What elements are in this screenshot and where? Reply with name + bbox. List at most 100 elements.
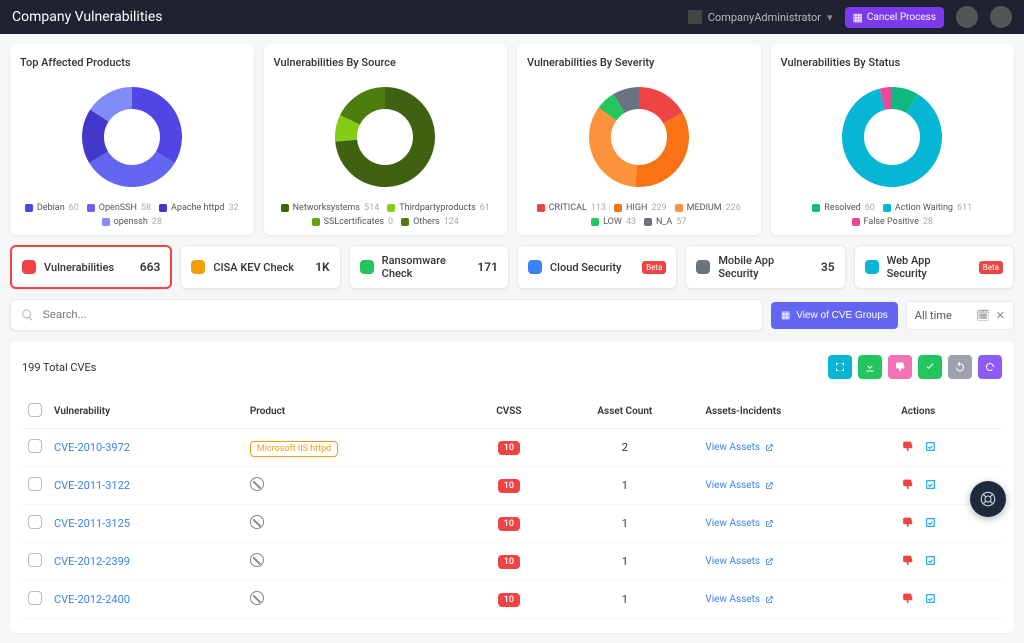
company-selector[interactable]: CompanyAdministrator ▾ (688, 10, 833, 24)
view-assets-link[interactable]: View Assets (705, 594, 889, 605)
category-tabs: Vulnerabilities 663 CISA KEV Check 1K Rans… (0, 245, 1024, 299)
action-dislike[interactable] (888, 355, 912, 379)
tab-value: 1K (315, 260, 329, 274)
view-assets-link[interactable]: View Assets (705, 442, 889, 453)
chart-title: Vulnerabilities By Severity (527, 56, 751, 69)
col-cvss[interactable]: CVSS (467, 395, 550, 429)
grid-icon: ▦ (781, 310, 790, 321)
legend-item[interactable]: CRITICAL113 (537, 203, 606, 213)
action-shuffle[interactable] (828, 355, 852, 379)
category-tab[interactable]: Ransomware Check171 (349, 245, 509, 289)
action-undo[interactable] (948, 355, 972, 379)
tab-value: 663 (140, 260, 161, 274)
time-range-select[interactable]: All time 🗓 ✕ (906, 301, 1014, 330)
row-dislike-button[interactable] (901, 516, 914, 532)
legend-item[interactable]: SSLcertificates0 (312, 217, 393, 227)
row-checkbox[interactable] (28, 439, 42, 453)
tab-color-icon (696, 260, 710, 274)
cve-link[interactable]: CVE-2011-3125 (54, 517, 130, 530)
tab-label: Vulnerabilities (44, 261, 114, 274)
avatar-secondary[interactable] (990, 6, 1012, 28)
action-download[interactable] (858, 355, 882, 379)
clear-icon[interactable]: ✕ (996, 309, 1005, 322)
lifebuoy-icon (979, 490, 997, 508)
row-checkbox[interactable] (28, 591, 42, 605)
row-check-button[interactable] (924, 516, 937, 532)
top-action-button[interactable]: ▦ Cancel Process (845, 7, 945, 28)
col-assets-incidents[interactable]: Assets-Incidents (699, 395, 895, 429)
legend-item[interactable]: MEDIUM226 (675, 203, 741, 213)
external-link-icon (764, 557, 774, 567)
search-box[interactable] (10, 299, 763, 331)
filter-bar: ▦ View of CVE Groups All time 🗓 ✕ (10, 299, 1014, 331)
row-dislike-button[interactable] (901, 592, 914, 608)
view-assets-link[interactable]: View Assets (705, 480, 889, 491)
cve-table-panel: 199 Total CVEs Vulnerability Product CVS… (10, 341, 1014, 633)
legend-item[interactable]: Others124 (401, 217, 459, 227)
row-dislike-button[interactable] (901, 478, 914, 494)
legend-item[interactable]: Debian60 (25, 203, 79, 213)
legend-item[interactable]: Resolved60 (812, 203, 875, 213)
legend-item[interactable]: N_A57 (644, 217, 686, 227)
category-tab[interactable]: Vulnerabilities 663 (10, 245, 172, 289)
cve-link[interactable]: CVE-2011-3122 (54, 479, 130, 492)
category-tab[interactable]: CISA KEV Check 1K (180, 245, 340, 289)
cvss-pill: 10 (498, 441, 520, 455)
col-vulnerability[interactable]: Vulnerability (48, 395, 244, 429)
category-tab[interactable]: Web App SecurityBeta (854, 245, 1014, 289)
col-asset-count[interactable]: Asset Count (550, 395, 699, 429)
legend-item[interactable]: HIGH229 (614, 203, 667, 213)
action-refresh[interactable] (978, 355, 1002, 379)
table-row: CVE-2011-3122 10 1 View Assets (22, 467, 1002, 505)
blocked-icon (250, 515, 264, 529)
tab-label: Cloud Security (550, 261, 621, 274)
legend-item[interactable]: openssh28 (102, 217, 162, 227)
row-check-button[interactable] (924, 440, 937, 456)
product-badge[interactable]: Microsoft IIS httpd (250, 441, 338, 457)
row-checkbox[interactable] (28, 477, 42, 491)
legend-item[interactable]: OpenSSH58 (87, 203, 151, 213)
view-assets-link[interactable]: View Assets (705, 518, 889, 529)
asset-count: 2 (550, 429, 699, 467)
legend-item[interactable]: LOW43 (591, 217, 636, 227)
legend-item[interactable]: Networksystems514 (281, 203, 380, 213)
legend-item[interactable]: False Positive28 (852, 217, 933, 227)
chart-title: Top Affected Products (20, 56, 244, 69)
avatar[interactable] (956, 6, 978, 28)
col-product[interactable]: Product (244, 395, 468, 429)
legend-item[interactable]: Thirdpartyproducts61 (387, 203, 490, 213)
table-row: CVE-2012-2399 10 1 View Assets (22, 543, 1002, 581)
external-link-icon (764, 443, 774, 453)
action-approve[interactable] (918, 355, 942, 379)
select-all-checkbox[interactable] (28, 403, 42, 417)
tab-color-icon (360, 260, 374, 274)
asset-count: 1 (550, 581, 699, 619)
row-checkbox[interactable] (28, 553, 42, 567)
category-tab[interactable]: Mobile App Security35 (685, 245, 845, 289)
tab-value: 171 (477, 260, 498, 274)
help-fab[interactable] (970, 481, 1006, 517)
tab-label: CISA KEV Check (213, 261, 294, 274)
row-dislike-button[interactable] (901, 440, 914, 456)
cve-link[interactable]: CVE-2012-2399 (54, 555, 130, 568)
cvss-pill: 10 (498, 517, 520, 531)
view-cve-groups-button[interactable]: ▦ View of CVE Groups (771, 302, 898, 329)
category-tab[interactable]: Cloud SecurityBeta (517, 245, 677, 289)
tab-value: 35 (821, 260, 835, 274)
row-check-button[interactable] (924, 478, 937, 494)
page-title: Company Vulnerabilities (12, 9, 162, 25)
calendar-icon: 🗓 (976, 309, 990, 322)
legend-item[interactable]: Apache httpd32 (159, 203, 239, 213)
asset-count: 1 (550, 467, 699, 505)
cve-link[interactable]: CVE-2010-3972 (54, 441, 130, 454)
view-assets-link[interactable]: View Assets (705, 556, 889, 567)
row-checkbox[interactable] (28, 515, 42, 529)
tab-color-icon (865, 260, 879, 274)
cve-table: Vulnerability Product CVSS Asset Count A… (22, 395, 1002, 619)
row-check-button[interactable] (924, 554, 937, 570)
search-input[interactable] (43, 309, 752, 321)
row-dislike-button[interactable] (901, 554, 914, 570)
cve-link[interactable]: CVE-2012-2400 (54, 593, 130, 606)
legend-item[interactable]: Action Waiting611 (883, 203, 972, 213)
row-check-button[interactable] (924, 592, 937, 608)
